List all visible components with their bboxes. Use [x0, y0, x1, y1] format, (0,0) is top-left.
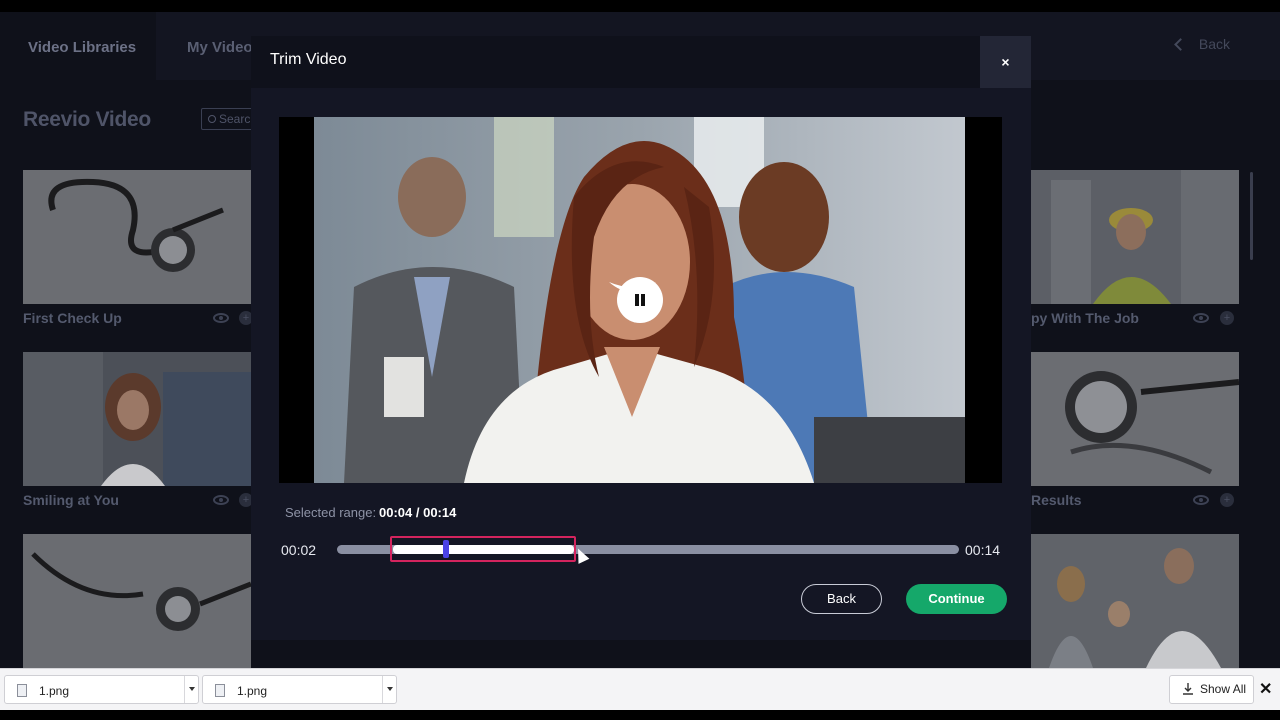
- modal-title: Trim Video: [270, 51, 347, 68]
- video-player[interactable]: [279, 117, 1002, 483]
- video-thumbnail: [23, 534, 251, 668]
- show-all-button[interactable]: Show All: [1169, 675, 1254, 704]
- file-icon: [17, 684, 27, 697]
- trim-video-modal: Trim Video × Selected range: 00:04 / 00:…: [251, 36, 1031, 640]
- tab-video-libraries[interactable]: Video Libraries: [0, 12, 156, 80]
- file-icon: [215, 684, 225, 697]
- eye-icon[interactable]: [213, 495, 229, 505]
- trim-end-time: 00:14: [965, 542, 1001, 558]
- video-tile[interactable]: Results +: [1031, 352, 1239, 508]
- video-tile[interactable]: py With The Job +: [1031, 170, 1239, 326]
- video-title: Smiling at You: [23, 492, 119, 508]
- download-file-name: 1.png: [237, 684, 268, 698]
- playhead-handle[interactable]: [443, 540, 449, 558]
- search-icon: [208, 115, 216, 123]
- close-icon[interactable]: ✕: [1259, 679, 1272, 699]
- scrollbar[interactable]: [1250, 172, 1253, 260]
- library-title: Reevio Video: [23, 108, 151, 131]
- download-item[interactable]: 1.png: [202, 675, 397, 704]
- video-title: py With The Job: [1031, 310, 1139, 326]
- selected-range-value: 00:04 / 00:14: [379, 505, 457, 520]
- video-thumbnail: [1031, 534, 1239, 668]
- search-placeholder: Searc: [219, 112, 251, 126]
- modal-header: Trim Video ×: [251, 36, 1031, 88]
- continue-button[interactable]: Continue: [906, 584, 1007, 614]
- nav-back-link[interactable]: Back: [1174, 36, 1230, 52]
- selected-range-label: Selected range:: [285, 505, 377, 520]
- trim-selection-fill: [393, 545, 574, 554]
- pause-icon[interactable]: [617, 277, 663, 323]
- video-title: First Check Up: [23, 310, 122, 326]
- video-tile[interactable]: Smiling at You +: [23, 352, 253, 508]
- close-button[interactable]: ×: [980, 36, 1031, 88]
- video-thumbnail: [1031, 352, 1239, 486]
- chevron-down-icon[interactable]: [387, 687, 393, 691]
- divider: [382, 676, 383, 703]
- download-icon: [1183, 683, 1193, 695]
- add-icon[interactable]: +: [1220, 311, 1234, 325]
- chevron-left-icon: [1174, 38, 1187, 51]
- add-icon[interactable]: +: [1220, 493, 1234, 507]
- trim-start-time: 00:02: [281, 542, 317, 558]
- video-tile[interactable]: [23, 534, 251, 668]
- trim-selection[interactable]: [390, 536, 576, 562]
- tab-my-videos[interactable]: My Video: [187, 12, 253, 80]
- chevron-down-icon[interactable]: [189, 687, 195, 691]
- video-title: Results: [1031, 492, 1082, 508]
- download-item[interactable]: 1.png: [4, 675, 199, 704]
- eye-icon[interactable]: [213, 313, 229, 323]
- back-button[interactable]: Back: [801, 584, 882, 614]
- video-thumbnail: [1031, 170, 1239, 304]
- video-tile[interactable]: First Check Up +: [23, 170, 253, 326]
- screen: Video Libraries My Video Back Reevio Vid…: [0, 0, 1280, 720]
- nav-back-label: Back: [1198, 36, 1230, 52]
- divider: [184, 676, 185, 703]
- video-tile[interactable]: [1031, 534, 1239, 668]
- download-file-name: 1.png: [39, 684, 70, 698]
- show-all-label: Show All: [1200, 682, 1247, 696]
- screen-edge: [0, 710, 1280, 720]
- eye-icon[interactable]: [1193, 495, 1209, 505]
- video-thumbnail: [23, 352, 251, 486]
- eye-icon[interactable]: [1193, 313, 1209, 323]
- download-bar: 1.png 1.png Show All ✕: [0, 668, 1280, 710]
- video-thumbnail: [23, 170, 251, 304]
